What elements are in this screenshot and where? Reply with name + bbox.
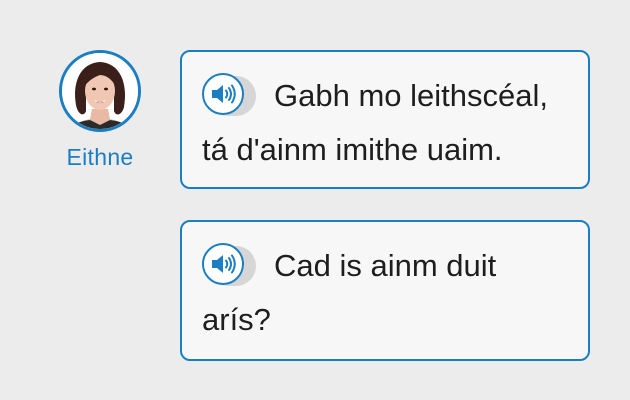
person-avatar-icon — [62, 53, 138, 129]
message-text-line: Gabh mo leithscéal, — [274, 78, 548, 113]
message-text-line: arís? — [202, 302, 271, 337]
play-audio-button[interactable] — [202, 73, 256, 117]
speaker-volume-icon — [212, 84, 236, 104]
speaker-name: Eithne — [66, 144, 134, 170]
message-text-line: Cad is ainm duit — [274, 248, 497, 283]
dialogue-panel: Eithne Gabh mo leithscéal, tá d'ainm imi… — [0, 0, 630, 400]
message-text-line: tá d'ainm imithe uaim. — [202, 132, 503, 167]
speaker: Eithne — [56, 50, 144, 171]
message-bubble: Cad is ainm duit arís? — [180, 220, 590, 361]
speaker-volume-icon — [212, 254, 236, 274]
message-bubble: Gabh mo leithscéal, tá d'ainm imithe uai… — [180, 50, 590, 189]
avatar — [59, 50, 141, 132]
play-audio-button[interactable] — [202, 243, 256, 287]
